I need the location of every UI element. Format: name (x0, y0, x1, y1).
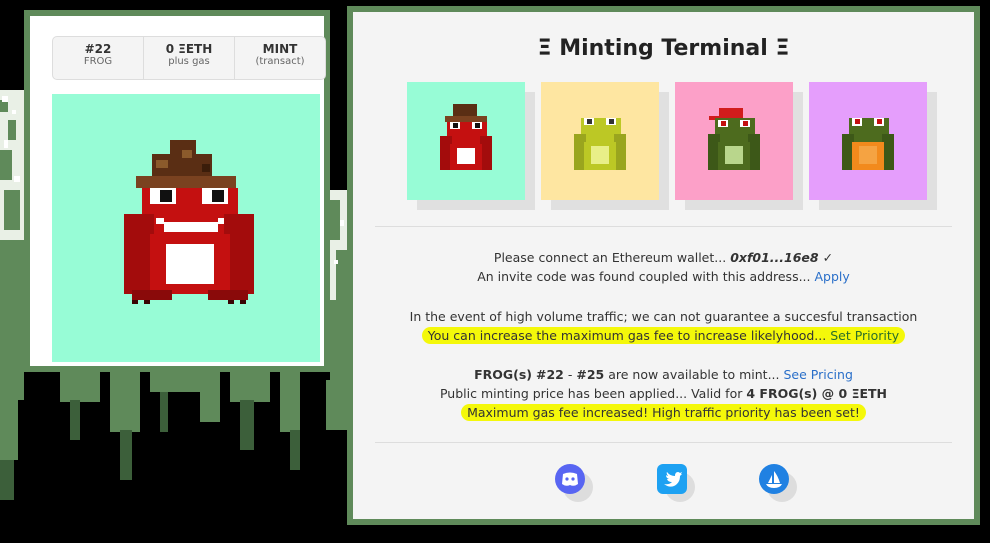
mint-button-sublabel: (transact) (255, 56, 305, 67)
minting-terminal-panel: Ξ Minting Terminal Ξ Please connect an E… (347, 6, 980, 525)
mint-button[interactable]: MINT (transact) (235, 37, 325, 79)
stat-price: 0 ΞETH plus gas (144, 37, 235, 79)
stat-token-id-value: #22 (84, 42, 112, 56)
mint-button-label: MINT (262, 42, 298, 56)
stat-token-id-label: FROG (83, 56, 113, 67)
twitter-icon[interactable] (657, 464, 695, 502)
stat-token-id: #22 FROG (53, 37, 144, 79)
stats-bar: #22 FROG 0 ΞETH plus gas MINT (transact) (52, 36, 326, 80)
frog-preview-card: #22 FROG 0 ΞETH plus gas MINT (transact) (24, 10, 330, 372)
discord-icon[interactable] (555, 464, 593, 502)
stat-price-label: plus gas (168, 56, 210, 67)
frog-large-image (52, 94, 320, 362)
opensea-icon[interactable] (759, 464, 797, 502)
stat-price-value: 0 ΞETH (165, 42, 213, 56)
